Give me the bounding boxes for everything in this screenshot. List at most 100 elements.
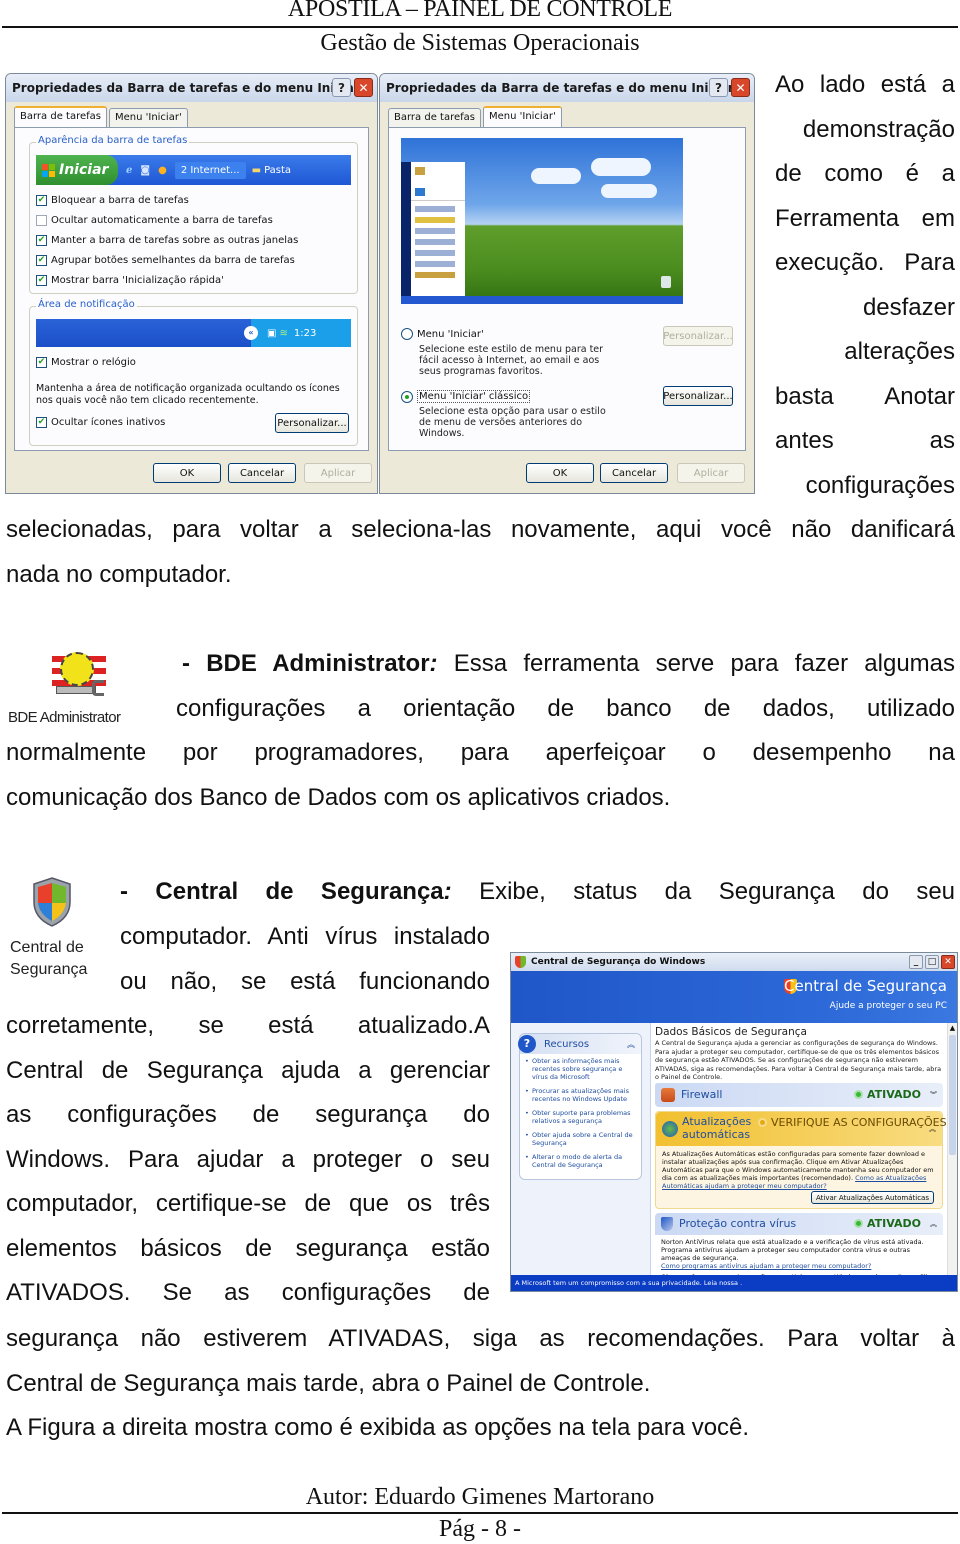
option-hide-inactive[interactable]: ✔ Ocultar ícones inativos <box>36 417 165 428</box>
recycle-bin-icon <box>661 276 671 288</box>
antivirus-icon <box>661 1217 673 1231</box>
sync-icon: ≋ <box>279 327 288 339</box>
customize-start-button[interactable]: Personalizar... <box>663 326 733 346</box>
window-title-bar: Central de Segurança do Windows _ □ ✕ <box>511 953 957 971</box>
notification-preview: « ▣ ≋ 1:23 <box>36 319 351 347</box>
scroll-thumb[interactable] <box>949 1035 956 1155</box>
apply-button[interactable]: Aplicar <box>677 463 745 483</box>
privacy-bar[interactable]: A Microsoft tem um compromisso com a sua… <box>511 1275 957 1291</box>
resource-link[interactable]: Procurar as atualizações mais recentes n… <box>520 1084 641 1106</box>
security-heading-line: - Central de Segurança: Exibe, status da… <box>120 870 955 915</box>
checkbox-icon[interactable] <box>36 215 47 226</box>
expand-icon[interactable]: ︾ <box>930 1090 937 1100</box>
help-icon[interactable]: ? <box>332 78 351 97</box>
collapse-icon[interactable]: ︽ <box>930 1219 937 1229</box>
start-menu-properties-dialog: Propriedades da Barra de tarefas e do me… <box>379 73 755 494</box>
enable-updates-button[interactable]: Ativar Atualizações Automáticas <box>810 1191 934 1204</box>
maximize-icon[interactable]: □ <box>925 955 939 969</box>
windows-logo-icon <box>42 163 55 177</box>
system-tray: « ▣ ≋ 1:23 <box>244 319 351 347</box>
radio-classic-menu[interactable]: Menu 'Iniciar' clássico <box>401 390 531 403</box>
ok-button[interactable]: OK <box>153 463 221 483</box>
close-icon[interactable]: ✕ <box>941 955 955 969</box>
option-group-buttons[interactable]: ✔ Agrupar botões semelhantes da barra de … <box>36 255 295 266</box>
antivirus-help-link[interactable]: Como programas antivírus ajudam a proteg… <box>661 1262 935 1270</box>
main-description: A Central de Segurança ajuda a gerenciar… <box>655 1039 942 1081</box>
text-line: Central de Segurança mais tarde, abra o … <box>6 1369 651 1397</box>
dialog-title: Propriedades da Barra de tarefas e do me… <box>386 81 734 95</box>
start-button-preview: Iniciar <box>36 155 118 185</box>
checkbox-icon[interactable]: ✔ <box>36 235 47 246</box>
text-line: demonstração <box>802 115 955 143</box>
option-autohide-taskbar[interactable]: Ocultar automaticamente a barra de taref… <box>36 215 273 226</box>
option-show-clock[interactable]: ✔ Mostrar o relógio <box>36 357 136 368</box>
option-quick-launch[interactable]: ✔ Mostrar barra 'Inicialização rápida' <box>36 275 224 286</box>
classic-menu-description: Selecione esta opção para usar o estilo … <box>419 406 606 439</box>
page-number: Pág - 8 - <box>439 1516 521 1542</box>
tab-start-menu[interactable]: Menu 'Iniciar' <box>482 106 562 127</box>
radio-icon[interactable] <box>401 390 413 403</box>
option-lock-taskbar[interactable]: ✔ Bloquear a barra de tarefas <box>36 195 189 206</box>
close-icon[interactable]: ✕ <box>731 78 750 97</box>
apply-button[interactable]: Aplicar <box>304 463 372 483</box>
checkbox-icon[interactable]: ✔ <box>36 195 47 206</box>
banner-subtitle: Ajude a proteger o seu PC <box>829 1001 947 1011</box>
checkbox-icon[interactable]: ✔ <box>36 357 47 368</box>
radio-start-menu[interactable]: Menu 'Iniciar' <box>401 328 484 340</box>
text-line: - BDE Administrator: Essa ferramenta ser… <box>182 650 955 677</box>
bde-heading: - BDE Administrator <box>182 650 430 677</box>
option-keep-on-top[interactable]: ✔ Manter a barra de tarefas sobre as outr… <box>36 235 298 246</box>
cloud <box>591 158 651 176</box>
resource-link[interactable]: Obter as informações mais recentes sobre… <box>520 1054 641 1084</box>
appearance-group: Aparência da barra de tarefas Iniciar ℯ … <box>29 135 358 294</box>
text-line: Windows. Para ajudar a proteger o seu <box>6 1145 490 1173</box>
resources-header[interactable]: ? Recursos ︽ <box>518 1034 641 1054</box>
updates-status: VERIFIQUE AS CONFIGURAÇÕES <box>758 1116 947 1129</box>
close-icon[interactable]: ✕ <box>354 78 373 97</box>
text-line: computador, certifique-se de que os três <box>6 1190 490 1217</box>
cancel-button[interactable]: Cancelar <box>228 463 296 483</box>
text-line: Ferramenta em <box>775 204 955 232</box>
text-line: Central de Segurança ajuda a gerenciar <box>6 1056 490 1084</box>
notification-group-label: Área de notificação <box>36 299 137 310</box>
help-icon[interactable]: ? <box>709 78 728 97</box>
tab-taskbar[interactable]: Barra de tarefas <box>14 106 107 127</box>
radio-icon[interactable] <box>401 328 413 340</box>
security-banner: Central de Segurança Ajude a proteger o … <box>511 971 957 1023</box>
customize-button[interactable]: Personalizar... <box>275 413 349 433</box>
minimize-icon[interactable]: _ <box>909 955 923 969</box>
customize-classic-button[interactable]: Personalizar... <box>663 386 733 406</box>
dialog-title-bar: Propriedades da Barra de tarefas e do me… <box>380 74 754 102</box>
network-icon: ▣ <box>267 327 277 339</box>
resource-link[interactable]: Alterar o modo de alerta da Central de S… <box>520 1150 641 1179</box>
checkbox-icon[interactable]: ✔ <box>36 255 47 266</box>
ok-button[interactable]: OK <box>526 463 594 483</box>
start-menu-description: Selecione este estilo de menu para ter f… <box>419 344 604 377</box>
scrollbar[interactable]: ▲ <box>947 1023 957 1275</box>
firewall-icon <box>661 1088 675 1102</box>
security-center-window: Central de Segurança do Windows _ □ ✕ Ce… <box>510 952 958 1292</box>
cloud <box>531 168 581 184</box>
text-line: selecionadas, para voltar a seleciona-la… <box>6 516 955 543</box>
collapse-icon[interactable]: ︽ <box>929 1124 936 1134</box>
tab-panel: Iniciar Menu 'Iniciar' Selecione este es… <box>388 127 746 451</box>
firewall-label: Firewall <box>681 1088 723 1101</box>
collapse-icon[interactable]: ︽ <box>627 1039 635 1050</box>
tab-start-menu[interactable]: Menu 'Iniciar' <box>108 108 188 129</box>
resource-link[interactable]: Obter ajuda sobre a Central de Segurança <box>520 1128 641 1150</box>
text-line: antes as <box>775 427 955 454</box>
checkbox-icon[interactable]: ✔ <box>36 275 47 286</box>
checkbox-icon[interactable]: ✔ <box>36 417 47 428</box>
banner-title: Central de Segurança <box>784 977 947 995</box>
tab-taskbar[interactable]: Barra de tarefas <box>388 108 481 129</box>
text-line: computador. Anti vírus instalado <box>120 923 490 950</box>
resource-link[interactable]: Obter suporte para problemas relativos a… <box>520 1106 641 1128</box>
text-line: ATIVADOS. Se as configurações de <box>6 1279 490 1306</box>
status-warning-icon <box>758 1118 767 1127</box>
notification-description: Mantenha a área de notificação organizad… <box>36 383 340 406</box>
folder-icon: ▬ <box>251 164 262 176</box>
cancel-button[interactable]: Cancelar <box>600 463 668 483</box>
virus-status: ATIVADO <box>853 1217 921 1230</box>
scroll-up-icon[interactable]: ▲ <box>948 1023 957 1033</box>
security-heading: Central de Segurança <box>155 878 444 905</box>
